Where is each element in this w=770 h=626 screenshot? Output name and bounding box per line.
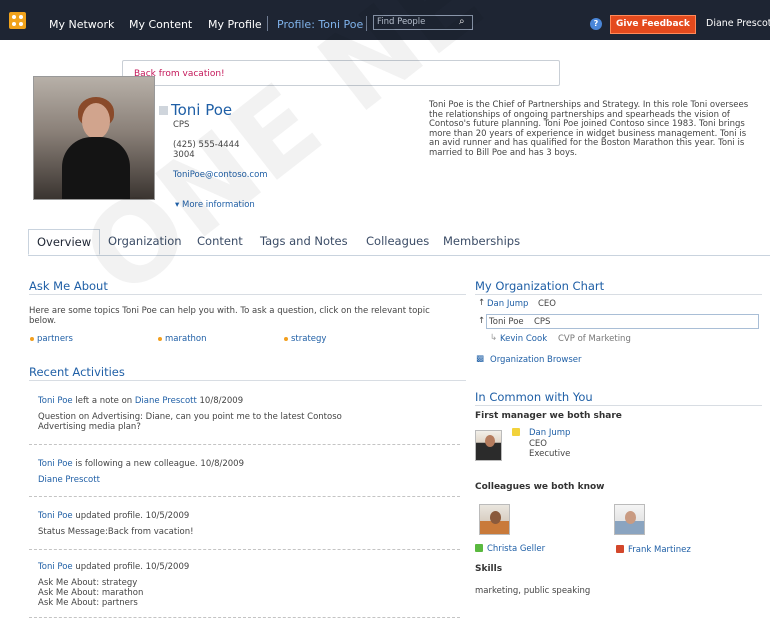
org-current-title: CPS (534, 317, 551, 327)
shared-manager-link[interactable]: Dan Jump (529, 428, 570, 438)
colleague-avatar[interactable] (479, 504, 510, 535)
topic-link-partners[interactable]: partners (37, 334, 73, 344)
activity-actor-link[interactable]: Toni Poe (38, 396, 73, 406)
give-feedback-button[interactable]: Give Feedback (610, 15, 696, 34)
tab-overview[interactable]: Overview (28, 229, 100, 255)
org-report-link[interactable]: Kevin Cook (500, 334, 547, 344)
presence-online-icon (475, 544, 483, 552)
profile-photo (33, 76, 155, 200)
org-manager-link[interactable]: Dan Jump (487, 299, 528, 309)
tab-organization[interactable]: Organization (108, 234, 182, 248)
topic-link-strategy[interactable]: strategy (291, 334, 326, 344)
profile-biography: Toni Poe is the Chief of Partnerships an… (429, 100, 749, 158)
presence-icon (159, 106, 168, 115)
status-message-box[interactable]: Back from vacation! (122, 60, 560, 86)
activity-actor-link[interactable]: Toni Poe (38, 459, 73, 469)
tab-memberships[interactable]: Memberships (443, 234, 520, 248)
chevron-down-icon: ▾ (175, 200, 180, 210)
org-chart-heading: My Organization Chart (475, 279, 605, 293)
skills-heading: Skills (475, 564, 503, 574)
section-divider (475, 294, 762, 295)
ask-me-about-heading: Ask Me About (29, 279, 108, 293)
nav-my-network[interactable]: My Network (49, 18, 114, 31)
activity-divider (29, 444, 460, 445)
activity-detail: Question on Advertising: Diane, can you … (38, 412, 342, 422)
help-icon[interactable]: ? (590, 18, 602, 30)
activity-item: Toni Poe updated profile. 10/5/2009 (38, 511, 190, 521)
ask-intro-text: below. (29, 316, 57, 326)
shared-manager-heading: First manager we both share (475, 411, 622, 421)
activity-item: Toni Poe is following a new colleague. 1… (38, 459, 244, 469)
presence-busy-icon (616, 545, 624, 553)
manager-avatar[interactable] (475, 430, 502, 461)
activity-item: Toni Poe left a note on Diane Prescott 1… (38, 396, 244, 406)
nav-separator (366, 16, 367, 31)
shared-colleagues-heading: Colleagues we both know (475, 482, 605, 492)
org-up-arrow-icon: ↑ (478, 316, 486, 326)
in-common-heading: In Common with You (475, 390, 593, 404)
recent-activities-heading: Recent Activities (29, 365, 125, 379)
skills-text: marketing, public speaking (475, 586, 591, 596)
organization-browser-link[interactable]: Organization Browser (490, 355, 582, 365)
topic-bullet-icon (284, 337, 288, 341)
org-report-title: CVP of Marketing (558, 334, 631, 344)
org-branch-icon: ↳ (490, 333, 498, 343)
org-manager-title: CEO (538, 299, 556, 309)
org-browser-icon: ▩ (476, 354, 485, 364)
colleague-link-frank[interactable]: Frank Martinez (628, 545, 691, 555)
section-divider (29, 380, 466, 381)
tab-content[interactable]: Content (197, 234, 243, 248)
profile-name: Toni Poe (171, 101, 233, 119)
profile-email-link[interactable]: ToniPoe@contoso.com (173, 170, 268, 180)
activity-divider (29, 549, 460, 550)
org-current-person-row[interactable] (486, 314, 759, 329)
presence-away-icon (512, 428, 520, 436)
activity-target-link[interactable]: Diane Prescott (135, 396, 197, 406)
activity-divider (29, 496, 460, 497)
ask-intro-text: Here are some topics Toni Poe can help y… (29, 306, 430, 316)
find-people-input[interactable]: Find People (373, 15, 473, 30)
activity-actor-link[interactable]: Toni Poe (38, 511, 73, 521)
top-navigation-bar: My Network My Content My Profile Profile… (0, 0, 770, 40)
profile-phone: (425) 555-4444 (173, 140, 240, 150)
nav-profile-current[interactable]: Profile: Toni Poe (277, 18, 363, 31)
topic-bullet-icon (30, 337, 34, 341)
current-user-menu[interactable]: Diane Prescott (706, 18, 770, 29)
people-app-icon[interactable] (9, 12, 26, 29)
activity-detail: Ask Me About: partners (38, 598, 138, 608)
shared-manager-title: CEO (529, 439, 547, 449)
profile-tabs: Overview Organization Content Tags and N… (28, 229, 770, 256)
org-up-arrow-icon: ↑ (478, 298, 486, 308)
topic-link-marathon[interactable]: marathon (165, 334, 207, 344)
nav-separator (267, 16, 268, 31)
activity-detail: Ask Me About: marathon (38, 588, 144, 598)
profile-office: 3004 (173, 150, 195, 160)
watermark: ONE NETWO (60, 0, 735, 321)
section-divider (29, 294, 466, 295)
activity-detail: Status Message:Back from vacation! (38, 527, 194, 537)
section-divider (475, 405, 762, 406)
activity-item: Toni Poe updated profile. 10/5/2009 (38, 562, 190, 572)
search-icon[interactable]: ⌕ (459, 16, 465, 27)
shared-manager-level: Executive (529, 449, 571, 459)
nav-my-content[interactable]: My Content (129, 18, 192, 31)
tab-colleagues[interactable]: Colleagues (366, 234, 429, 248)
tab-tags-and-notes[interactable]: Tags and Notes (260, 234, 348, 248)
more-information-link[interactable]: ▾ More information (175, 200, 255, 210)
org-current-name: Toni Poe (489, 317, 524, 327)
topic-bullet-icon (158, 337, 162, 341)
activity-colleague-link[interactable]: Diane Prescott (38, 475, 100, 485)
colleague-link-christa[interactable]: Christa Geller (487, 544, 545, 554)
colleague-avatar[interactable] (614, 504, 645, 535)
activity-divider (29, 617, 460, 618)
activity-detail: Ask Me About: strategy (38, 578, 138, 588)
profile-department: CPS (173, 120, 190, 130)
activity-detail: Advertising media plan? (38, 422, 141, 432)
activity-actor-link[interactable]: Toni Poe (38, 562, 73, 572)
nav-my-profile[interactable]: My Profile (208, 18, 262, 31)
